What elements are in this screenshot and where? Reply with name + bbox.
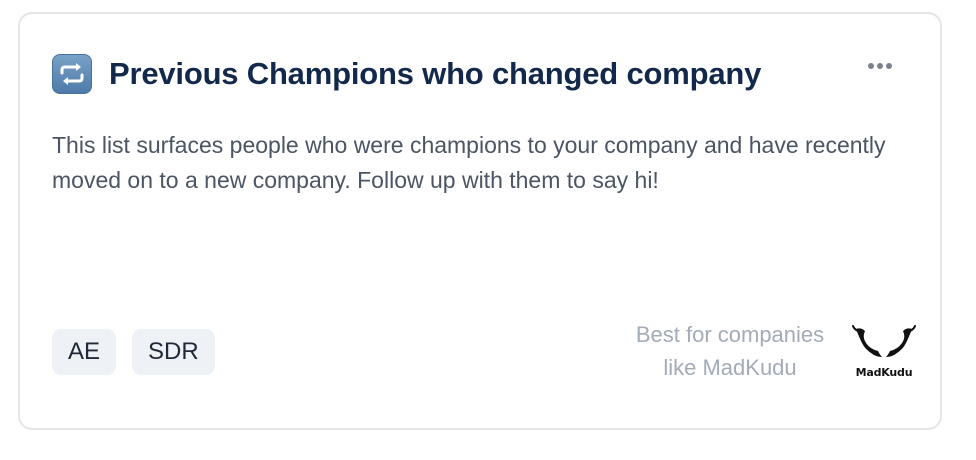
card-header: Previous Champions who changed company xyxy=(52,54,761,94)
more-dot xyxy=(877,63,883,69)
madkudu-logo: MadKudu xyxy=(852,323,916,383)
tag-sdr[interactable]: SDR xyxy=(132,329,215,375)
card-description: This list surfaces people who were champ… xyxy=(52,132,886,193)
tag-list: AE SDR xyxy=(52,329,231,375)
playbook-card[interactable]: Previous Champions who changed company T… xyxy=(18,12,942,430)
kudu-horns-icon xyxy=(852,325,916,357)
tag-ae[interactable]: AE xyxy=(52,329,117,375)
more-horizontal-icon xyxy=(868,63,874,69)
repeat-arrows-icon xyxy=(52,54,92,94)
card-title: Previous Champions who changed company xyxy=(109,56,762,91)
more-options-button[interactable] xyxy=(860,56,900,76)
logo-text: MadKudu xyxy=(855,366,913,379)
best-for-text: Best for companies like MadKudu xyxy=(600,318,860,384)
more-dot xyxy=(886,63,892,69)
best-for-line-1: Best for companies xyxy=(635,322,825,347)
best-for-line-2: like MadKudu xyxy=(663,355,797,380)
